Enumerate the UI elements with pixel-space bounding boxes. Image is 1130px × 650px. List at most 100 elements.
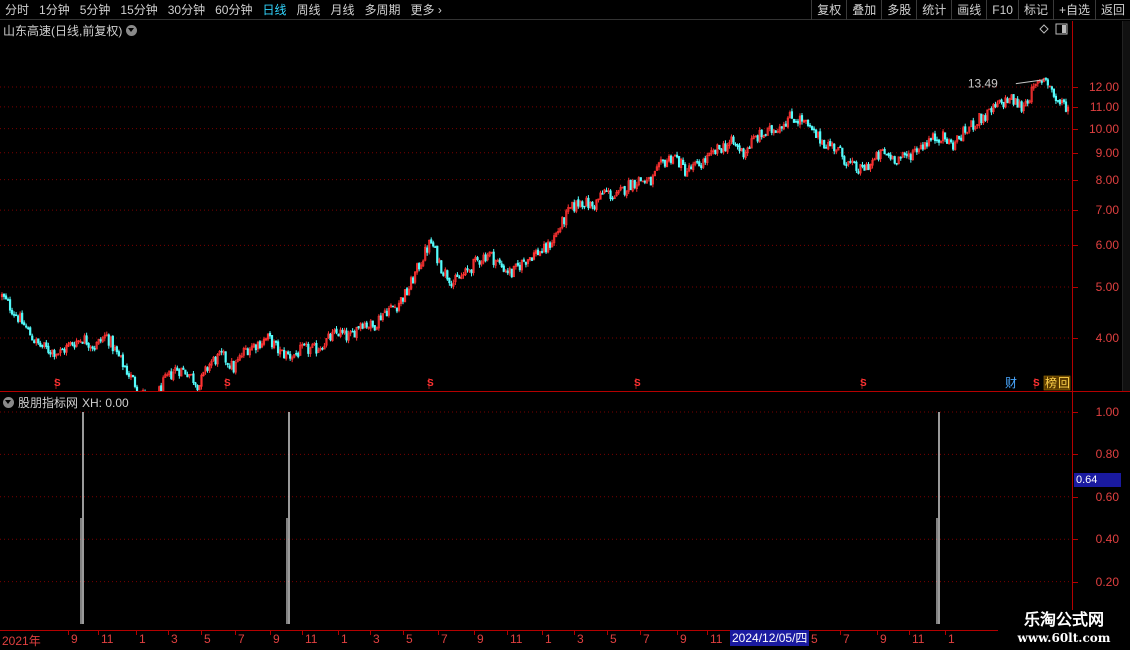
- candle-body: [361, 323, 364, 329]
- indicator-tick-mark: [1073, 412, 1078, 413]
- candle-body: [39, 342, 42, 347]
- candle-body: [889, 154, 892, 160]
- time-tick-label: 11: [101, 632, 114, 646]
- price-axis: 4.00 5.00 6.00 7.00 8.00 9.00 10.00 11.00 12.00: [1072, 21, 1130, 391]
- chevron-down-icon[interactable]: [3, 397, 14, 408]
- candle-body: [611, 197, 614, 200]
- candle-body: [764, 134, 767, 136]
- candle-body: [1016, 98, 1019, 108]
- candle-body: [434, 246, 437, 248]
- candle-body: [1002, 101, 1005, 108]
- sell-marker[interactable]: S: [224, 378, 231, 389]
- candle-body: [1000, 99, 1003, 103]
- period-tab[interactable]: 多周期: [360, 0, 406, 20]
- candle-body: [925, 142, 929, 147]
- date-cursor-label: 2024/12/05/四: [730, 630, 810, 646]
- price-chart[interactable]: 13.492.89SSSSSS财榜回: [0, 21, 1072, 391]
- toolbar-button[interactable]: +自选: [1052, 0, 1095, 20]
- period-tab[interactable]: 更多 ›: [406, 0, 447, 20]
- time-tick-mark: [574, 631, 575, 635]
- candle-body: [10, 310, 14, 315]
- indicator-panel[interactable]: 股朋指标网 XH: 0.00: [0, 392, 1072, 627]
- candle-body: [591, 201, 594, 207]
- toolbar-button[interactable]: 画线: [951, 0, 986, 20]
- time-tick-mark: [98, 631, 99, 635]
- price-tick-label: 5.00: [1095, 280, 1119, 295]
- price-chart-panel[interactable]: 13.492.89SSSSSS财榜回 山东高速(日线,前复权): [0, 21, 1072, 391]
- rank-badge[interactable]: 榜: [1045, 375, 1057, 390]
- candle-body: [23, 322, 26, 326]
- toolbar-button[interactable]: 多股: [881, 0, 916, 20]
- candle-body: [883, 148, 886, 155]
- period-tab[interactable]: 月线: [326, 0, 360, 20]
- candle-body: [373, 325, 376, 331]
- candle-body: [379, 315, 382, 321]
- candle-body: [958, 135, 961, 140]
- period-tab[interactable]: 30分钟: [163, 0, 210, 20]
- candle-body: [808, 124, 812, 127]
- candle-body: [194, 382, 197, 386]
- candle-body: [85, 335, 88, 345]
- time-tick-mark: [542, 631, 543, 635]
- toolbar-button[interactable]: F10: [986, 0, 1018, 20]
- indicator-title: 股朋指标网: [18, 396, 79, 410]
- chevron-down-icon[interactable]: [126, 25, 138, 36]
- candle-body: [353, 330, 356, 338]
- indicator-chart[interactable]: [0, 392, 1072, 627]
- candle-body: [21, 312, 24, 324]
- time-tick-label: 3: [171, 632, 178, 646]
- candle-body: [952, 142, 955, 150]
- price-tick-label: 7.00: [1095, 203, 1119, 218]
- time-tick-label: 1: [139, 632, 146, 646]
- period-tab[interactable]: 15分钟: [115, 0, 162, 20]
- axis-scroll-strip[interactable]: [1122, 21, 1130, 391]
- candle-body: [91, 346, 94, 349]
- period-tab[interactable]: 5分钟: [75, 0, 116, 20]
- time-tick-mark: [945, 631, 946, 635]
- toolbar-button[interactable]: 复权: [811, 0, 846, 20]
- candle-body: [321, 348, 324, 350]
- candle-body: [573, 202, 576, 212]
- sell-marker[interactable]: S: [860, 378, 867, 389]
- candle-body: [371, 320, 374, 327]
- candle-body: [12, 314, 16, 316]
- time-tick-label: 11: [510, 632, 523, 646]
- candle-body: [448, 277, 451, 284]
- price-tick-label: 11.00: [1089, 99, 1119, 114]
- candle-body: [980, 113, 983, 124]
- finance-badge[interactable]: 财: [1005, 376, 1017, 390]
- toolbar-button[interactable]: 标记: [1017, 0, 1053, 20]
- period-tab[interactable]: 1分钟: [34, 0, 75, 20]
- period-tab[interactable]: 分时: [0, 0, 34, 20]
- candle-body: [950, 139, 953, 143]
- toolbar-button[interactable]: 返回: [1094, 0, 1130, 20]
- period-tab[interactable]: 日线: [257, 0, 291, 20]
- period-tab[interactable]: 60分钟: [210, 0, 257, 20]
- indicator-xh-value: XH: 0.00: [82, 395, 129, 410]
- candle-body: [71, 342, 74, 346]
- candle-body: [115, 346, 118, 353]
- candle-body: [15, 314, 18, 317]
- toolbar-button[interactable]: 叠加: [846, 0, 881, 20]
- review-badge[interactable]: 回: [1058, 376, 1070, 390]
- sell-marker[interactable]: S: [1033, 378, 1040, 389]
- candle-body: [770, 125, 773, 133]
- candle-body: [117, 351, 120, 357]
- time-tick-mark: [909, 631, 910, 635]
- candle-body: [341, 330, 344, 333]
- candle-body: [289, 353, 292, 359]
- toolbar-button[interactable]: 统计: [916, 0, 951, 20]
- time-tick-mark: [338, 631, 339, 635]
- time-tick-label: 7: [643, 632, 650, 646]
- candle-body: [214, 356, 217, 365]
- time-tick-mark: [877, 631, 878, 635]
- sell-marker[interactable]: S: [54, 378, 61, 389]
- chevron-right-icon: ›: [434, 3, 442, 17]
- candle-body: [577, 199, 580, 207]
- period-tab[interactable]: 周线: [291, 0, 325, 20]
- candle-body: [929, 138, 933, 141]
- price-tick-label: 6.00: [1095, 238, 1119, 253]
- diamond-icon[interactable]: [1039, 24, 1049, 34]
- sell-marker[interactable]: S: [427, 378, 434, 389]
- sell-marker[interactable]: S: [634, 378, 641, 389]
